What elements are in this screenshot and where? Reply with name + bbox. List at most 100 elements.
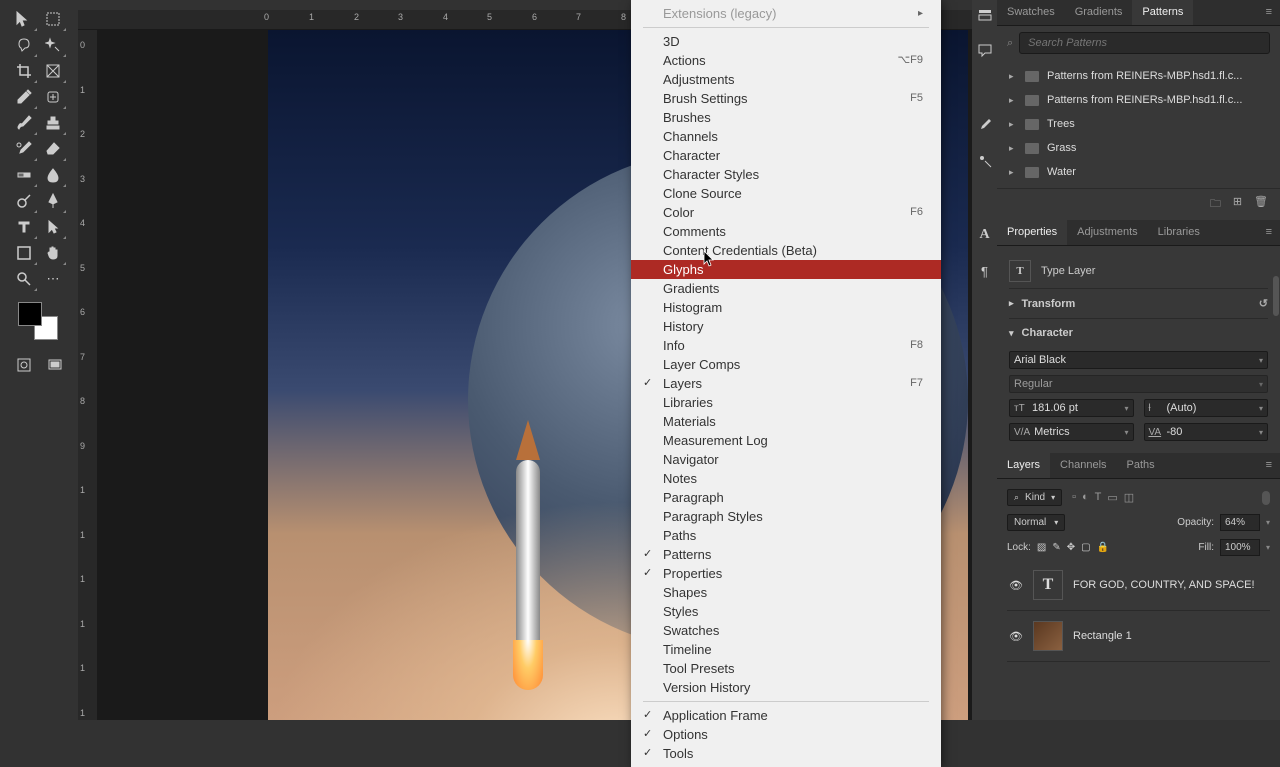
delete-pattern-icon[interactable]: 🗑 <box>1254 195 1268 214</box>
font-style-select[interactable]: Regular▾ <box>1009 375 1268 393</box>
new-pattern-icon[interactable]: ⊞ <box>1233 195 1242 214</box>
menu-item-history[interactable]: History <box>631 317 941 336</box>
menu-item-layers[interactable]: ✓LayersF7 <box>631 374 941 393</box>
kerning-input[interactable]: V/AMetrics▾ <box>1009 423 1134 441</box>
tab-swatches[interactable]: Swatches <box>997 0 1065 25</box>
menu-item-patterns[interactable]: ✓Patterns <box>631 545 941 564</box>
menu-item-tools[interactable]: ✓Tools <box>631 744 941 763</box>
filter-pixel-icon[interactable]: ▫ <box>1072 491 1076 504</box>
pattern-group[interactable]: ▸Trees <box>1007 112 1270 136</box>
filter-type-icon[interactable]: T <box>1095 491 1102 504</box>
menu-item-measurement-log[interactable]: Measurement Log <box>631 431 941 450</box>
menu-item-paths[interactable]: Paths <box>631 526 941 545</box>
screen-mode-toggle[interactable] <box>41 352 68 378</box>
filter-toggle[interactable] <box>1262 491 1270 505</box>
pattern-group[interactable]: ▸Patterns from REINERs-MBP.hsd1.fl.c... <box>1007 64 1270 88</box>
lock-artboard-icon[interactable]: ▢ <box>1081 542 1090 553</box>
filter-shape-icon[interactable]: ▭ <box>1107 491 1117 504</box>
menu-item-version-history[interactable]: Version History <box>631 678 941 697</box>
visibility-icon[interactable]: 👁 <box>1009 630 1023 643</box>
move-tool[interactable] <box>10 6 38 32</box>
lock-pixels-icon[interactable]: ✎ <box>1052 542 1060 553</box>
heal-tool[interactable] <box>39 84 67 110</box>
menu-item-actions[interactable]: Actions⌥F9 <box>631 51 941 70</box>
path-select-tool[interactable] <box>39 214 67 240</box>
tab-channels[interactable]: Channels <box>1050 453 1116 478</box>
menu-item-color[interactable]: ColorF6 <box>631 203 941 222</box>
filter-smart-icon[interactable]: ◫ <box>1124 491 1134 504</box>
eyedropper-tool[interactable] <box>10 84 38 110</box>
pen-tool[interactable] <box>39 188 67 214</box>
tab-adjustments[interactable]: Adjustments <box>1067 220 1148 245</box>
pattern-group[interactable]: ▸Grass <box>1007 136 1270 160</box>
menu-item-info[interactable]: InfoF8 <box>631 336 941 355</box>
tracking-input[interactable]: VA-80▾ <box>1144 423 1269 441</box>
lock-all-icon[interactable]: 🔒 <box>1097 542 1109 553</box>
history-brush-tool[interactable] <box>10 136 38 162</box>
tab-libraries[interactable]: Libraries <box>1148 220 1210 245</box>
menu-item-styles[interactable]: Styles <box>631 602 941 621</box>
pattern-group[interactable]: ▸Water <box>1007 160 1270 184</box>
tab-gradients[interactable]: Gradients <box>1065 0 1133 25</box>
blend-mode-select[interactable]: Normal▾ <box>1007 514 1065 531</box>
wand-tool[interactable] <box>39 32 67 58</box>
opacity-input[interactable]: 64% <box>1220 514 1260 531</box>
reset-transform-icon[interactable]: ↺ <box>1259 297 1268 310</box>
hand-tool[interactable] <box>39 240 67 266</box>
menu-item-properties[interactable]: ✓Properties <box>631 564 941 583</box>
save-pattern-icon[interactable]: 🗀 <box>1210 195 1221 214</box>
leading-input[interactable]: ƚ(Auto)▾ <box>1144 399 1269 417</box>
tab-paths[interactable]: Paths <box>1117 453 1165 478</box>
menu-item-character-styles[interactable]: Character Styles <box>631 165 941 184</box>
menu-item-navigator[interactable]: Navigator <box>631 450 941 469</box>
blur-tool[interactable] <box>39 162 67 188</box>
brush-dock-icon[interactable] <box>976 116 994 134</box>
search-patterns-input[interactable] <box>1019 32 1270 54</box>
fill-input[interactable]: 100% <box>1220 539 1260 556</box>
menu-item-channels[interactable]: Channels <box>631 127 941 146</box>
tab-layers[interactable]: Layers <box>997 453 1050 478</box>
tab-patterns[interactable]: Patterns <box>1132 0 1193 25</box>
clone-dock-icon[interactable] <box>976 152 994 170</box>
scrollbar-thumb[interactable] <box>1273 276 1279 316</box>
menu-item-timeline[interactable]: Timeline <box>631 640 941 659</box>
menu-item-3d[interactable]: 3D <box>631 32 941 51</box>
lock-transparency-icon[interactable]: ▨ <box>1037 542 1046 553</box>
stamp-tool[interactable] <box>39 110 67 136</box>
panel-menu-icon[interactable]: ≡ <box>1258 220 1280 245</box>
foreground-color[interactable] <box>18 302 42 326</box>
menu-item-histogram[interactable]: Histogram <box>631 298 941 317</box>
zoom-tool[interactable] <box>10 266 38 292</box>
menu-item-brush-settings[interactable]: Brush SettingsF5 <box>631 89 941 108</box>
layer-row[interactable]: 👁TFOR GOD, COUNTRY, AND SPACE! <box>1007 560 1270 611</box>
gradient-tool[interactable] <box>10 162 38 188</box>
comments-dock-icon[interactable] <box>976 42 994 60</box>
crop-tool[interactable] <box>10 58 38 84</box>
edit-toolbar[interactable]: ⋯ <box>39 266 67 292</box>
menu-item-materials[interactable]: Materials <box>631 412 941 431</box>
menu-item-character[interactable]: Character <box>631 146 941 165</box>
menu-item-clone-source[interactable]: Clone Source <box>631 184 941 203</box>
font-family-select[interactable]: Arial Black▾ <box>1009 351 1268 369</box>
history-dock-icon[interactable] <box>976 6 994 24</box>
menu-item-brushes[interactable]: Brushes <box>631 108 941 127</box>
dodge-tool[interactable] <box>10 188 38 214</box>
lasso-tool[interactable] <box>10 32 38 58</box>
menu-item-notes[interactable]: Notes <box>631 469 941 488</box>
character-dock-icon[interactable]: A <box>976 226 994 244</box>
color-swatches[interactable] <box>0 302 78 342</box>
menu-item-shapes[interactable]: Shapes <box>631 583 941 602</box>
filter-adjust-icon[interactable]: ◐ <box>1082 491 1089 504</box>
frame-tool[interactable] <box>39 58 67 84</box>
menu-item-paragraph-styles[interactable]: Paragraph Styles <box>631 507 941 526</box>
eraser-tool[interactable] <box>39 136 67 162</box>
menu-item-paragraph[interactable]: Paragraph <box>631 488 941 507</box>
menu-item-content-credentials-beta-[interactable]: Content Credentials (Beta) <box>631 241 941 260</box>
menu-item-application-frame[interactable]: ✓Application Frame <box>631 706 941 725</box>
lock-position-icon[interactable]: ✥ <box>1067 542 1075 553</box>
menu-item-glyphs[interactable]: Glyphs <box>631 260 941 279</box>
rectangle-tool[interactable] <box>10 240 38 266</box>
menu-item-adjustments[interactable]: Adjustments <box>631 70 941 89</box>
menu-item-gradients[interactable]: Gradients <box>631 279 941 298</box>
artboard-tool[interactable] <box>39 6 67 32</box>
